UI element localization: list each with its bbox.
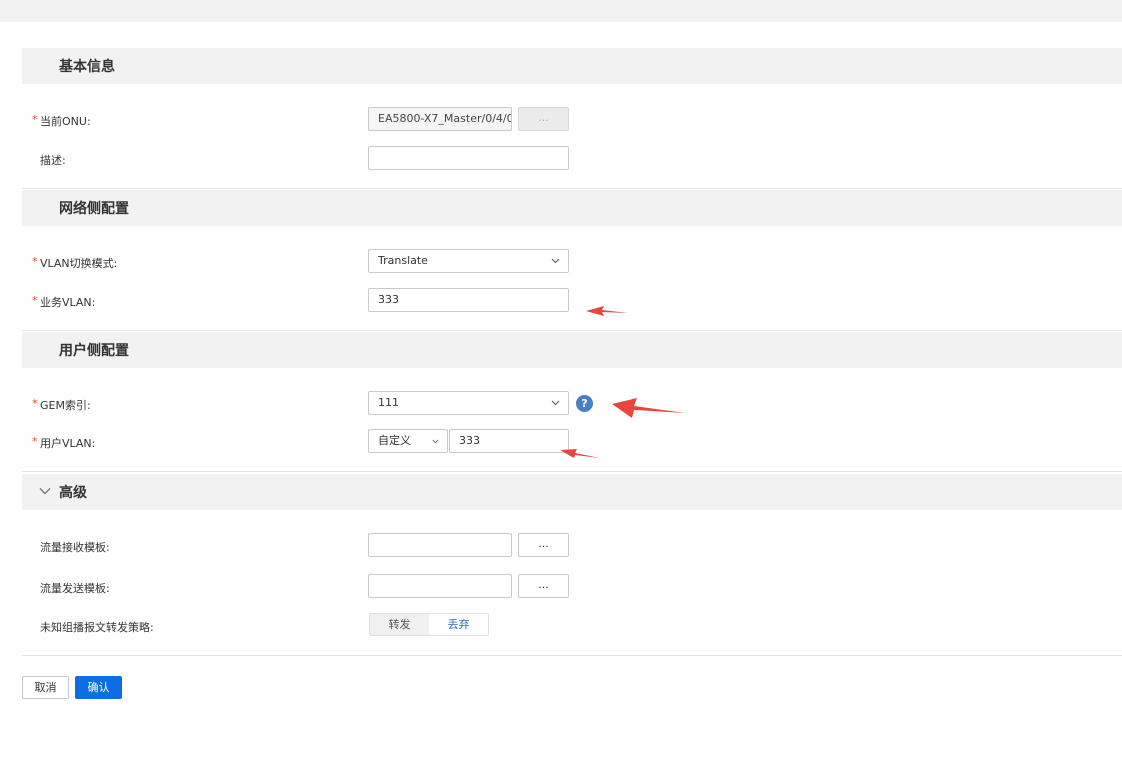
required-mark: * <box>32 435 38 448</box>
user-vlan-type-value: 自定义 <box>378 434 411 447</box>
option-discard[interactable]: 丢弃 <box>429 614 488 635</box>
chevron-down-icon <box>432 439 439 444</box>
divider <box>22 188 1122 189</box>
multicast-policy-label: 未知组播报文转发策略: <box>40 621 154 634</box>
current-onu-label: 当前ONU: <box>40 115 91 128</box>
confirm-button[interactable]: 确认 <box>75 676 122 699</box>
section-title: 基本信息 <box>59 59 115 75</box>
section-basic-info: 基本信息 <box>22 48 1122 84</box>
section-title: 网络侧配置 <box>59 201 129 217</box>
vlan-mode-label: VLAN切换模式: <box>40 257 118 270</box>
divider <box>22 655 1122 656</box>
section-advanced[interactable]: 高级 <box>22 474 1122 510</box>
tx-template-browse-button[interactable]: ... <box>518 574 569 598</box>
onu-browse-button[interactable]: ... <box>518 107 569 131</box>
required-mark: * <box>32 113 38 126</box>
rx-template-browse-button[interactable]: ... <box>518 533 569 557</box>
rx-template-label: 流量接收模板: <box>40 541 110 554</box>
required-mark: * <box>32 255 38 268</box>
section-title: 高级 <box>59 485 87 501</box>
gem-index-label: GEM索引: <box>40 399 91 412</box>
description-input[interactable] <box>368 146 569 170</box>
arrow-service-vlan <box>586 306 628 316</box>
user-vlan-input[interactable]: 333 <box>449 429 569 453</box>
chevron-down-icon[interactable] <box>38 484 52 498</box>
vlan-mode-select[interactable]: Translate <box>368 249 569 273</box>
required-mark: * <box>32 294 38 307</box>
vlan-mode-value: Translate <box>378 254 428 267</box>
tx-template-label: 流量发送模板: <box>40 582 110 595</box>
section-title: 用户侧配置 <box>59 343 129 359</box>
current-onu-field: EA5800-X7_Master/0/4/0 <box>368 107 512 131</box>
section-network-config: 网络侧配置 <box>22 190 1122 226</box>
divider <box>22 330 1122 331</box>
section-user-config: 用户侧配置 <box>22 332 1122 368</box>
top-bar <box>0 0 1122 22</box>
service-vlan-label: 业务VLAN: <box>40 296 96 309</box>
gem-index-select[interactable]: 111 <box>368 391 569 415</box>
arrow-gem-index <box>612 398 685 418</box>
service-vlan-input[interactable]: 333 <box>368 288 569 312</box>
user-vlan-type-select[interactable]: 自定义 <box>368 429 448 453</box>
required-mark: * <box>32 397 38 410</box>
rx-template-input[interactable] <box>368 533 512 557</box>
help-icon[interactable]: ? <box>576 395 593 412</box>
divider <box>22 471 1122 472</box>
option-forward[interactable]: 转发 <box>370 614 429 635</box>
gem-index-value: 111 <box>378 396 399 409</box>
chevron-down-icon <box>551 258 560 264</box>
description-label: 描述: <box>40 154 66 167</box>
chevron-down-icon <box>551 400 560 406</box>
user-vlan-label: 用户VLAN: <box>40 437 96 450</box>
cancel-button[interactable]: 取消 <box>22 676 69 699</box>
multicast-policy-toggle[interactable]: 转发 丢弃 <box>369 613 489 636</box>
tx-template-input[interactable] <box>368 574 512 598</box>
